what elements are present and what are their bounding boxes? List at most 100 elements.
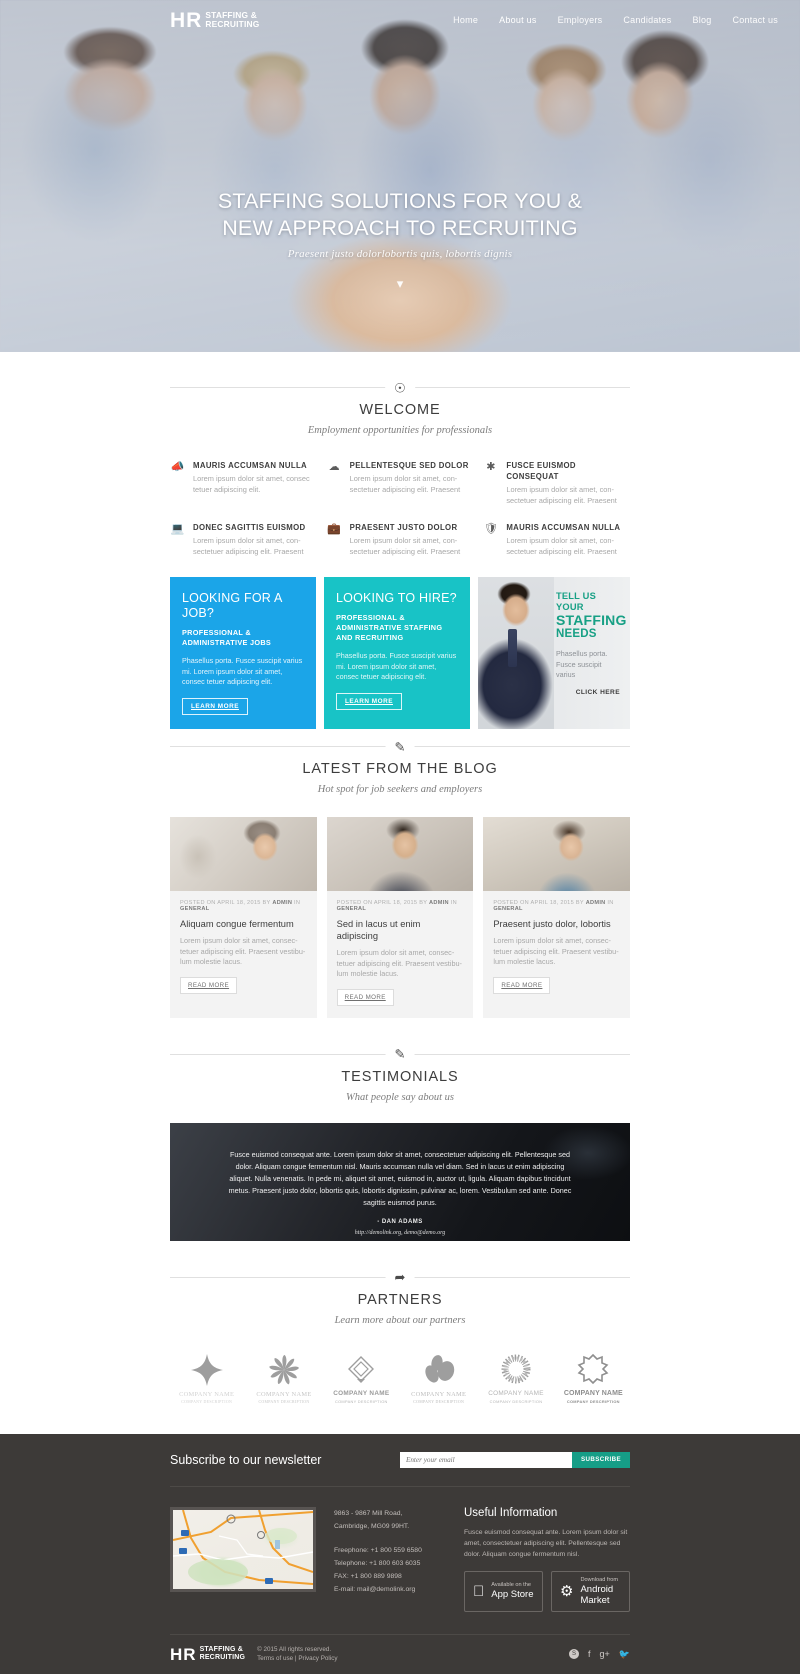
privacy-policy-link[interactable]: Privacy Policy bbox=[298, 1655, 337, 1662]
partner-logo[interactable]: COMPANY NAME COMPANY DESCRIPTION bbox=[557, 1348, 630, 1404]
nav-item-candidates[interactable]: Candidates bbox=[623, 15, 671, 25]
main-navigation: Home About us Employers Candidates Blog … bbox=[453, 15, 778, 25]
newsletter-bar: Subscribe to our newsletter SUBSCRIBE bbox=[170, 1434, 630, 1486]
feature-item[interactable]: 🛡 MAURIS ACCUMSAN NULLA Lorem ipsum dolo… bbox=[483, 522, 630, 557]
testimonial-slide: Fusce euismod consequat ante. Lorem ipsu… bbox=[170, 1122, 630, 1241]
post-excerpt: Lorem ipsum dolor sit amet, consec-tetue… bbox=[336, 948, 462, 978]
feature-item[interactable]: 💼 PRAESENT JUSTO DOLOR Lorem ipsum dolor… bbox=[327, 522, 474, 557]
twitter-icon[interactable]: 🐦 bbox=[619, 1649, 630, 1659]
leaves-mark-icon bbox=[402, 1349, 475, 1391]
google-plus-icon[interactable]: g+ bbox=[600, 1649, 610, 1659]
telephone-number: Telephone: +1 800 603 6035 bbox=[334, 1559, 421, 1567]
blog-post-card[interactable]: POSTED ON APRIL 18, 2015 BY ADMIN IN GEN… bbox=[326, 817, 474, 1018]
promo-boxes: LOOKING FOR A JOB? PROFESSIONAL & ADMINI… bbox=[170, 577, 630, 729]
cloud-icon: ☁ bbox=[328, 461, 340, 473]
testimonials-heading: ✎ TESTIMONIALS What people say about us bbox=[170, 1047, 630, 1103]
welcome-subtitle: Employment opportunities for professiona… bbox=[307, 425, 493, 436]
post-title[interactable]: Praesent justo dolor, lobortis bbox=[493, 918, 620, 930]
email-address[interactable]: E-mail: mail@demolink.org bbox=[334, 1583, 446, 1596]
nav-item-about-us[interactable]: About us bbox=[499, 15, 537, 25]
section-divider: ✎ bbox=[170, 740, 630, 753]
facebook-icon[interactable]: f bbox=[588, 1649, 591, 1659]
feature-item[interactable]: 📣 MAURIS ACCUMSAN NULLA Lorem ipsum dolo… bbox=[170, 460, 317, 506]
logo-abbr: HR bbox=[170, 8, 203, 32]
partner-desc: COMPANY DESCRIPTION bbox=[566, 1398, 620, 1404]
feature-title: FUSCE EUISMOD CONSEQUAT bbox=[506, 461, 576, 481]
ad-text: Phasellus porta. Fusce suscipit varius bbox=[556, 649, 608, 679]
site-logo[interactable]: HR STAFFING & RECRUITING bbox=[170, 10, 259, 31]
skype-icon[interactable]: S bbox=[569, 1649, 579, 1659]
blog-post-card[interactable]: POSTED ON APRIL 18, 2015 BY ADMIN IN GEN… bbox=[170, 817, 317, 1018]
bell-icon: ☉ bbox=[385, 381, 415, 394]
feature-text: Lorem ipsum dolor sit amet, consec tetue… bbox=[193, 474, 310, 494]
promo-learn-more-button[interactable]: LEARN MORE bbox=[182, 697, 248, 715]
promo-staffing-needs-banner[interactable]: TELL US YOUR STAFFING NEEDS Phasellus po… bbox=[478, 577, 630, 729]
newsletter-email-input[interactable] bbox=[399, 1451, 572, 1468]
asterisk-icon: ✱ bbox=[486, 461, 496, 473]
landing-page: HR STAFFING & RECRUITING Home About us E… bbox=[0, 0, 800, 1674]
partner-logo[interactable]: COMPANY NAME COMPANY DESCRIPTION bbox=[402, 1349, 475, 1404]
partners-title: PARTNERS bbox=[357, 1291, 443, 1308]
map-graphic bbox=[173, 1509, 313, 1585]
promo-heading: LOOKING TO HIRE? bbox=[336, 591, 457, 605]
footer-logo-abbr: HR bbox=[170, 1644, 197, 1664]
footer-logo[interactable]: HR STAFFING & RECRUITING bbox=[170, 1646, 245, 1663]
newsletter-subscribe-button[interactable]: SUBSCRIBE bbox=[571, 1451, 630, 1468]
partner-logo-list: COMPANY NAME COMPANY DESCRIPTION COMPANY… bbox=[170, 1348, 630, 1404]
chevron-down-icon[interactable]: ▾ bbox=[0, 277, 800, 290]
ad-click-here-link[interactable]: CLICK HERE bbox=[556, 689, 620, 696]
post-read-more-button[interactable]: READ MORE bbox=[493, 976, 551, 994]
partners-section: ➦ PARTNERS Learn more about our partners… bbox=[170, 1241, 630, 1434]
partner-logo[interactable]: COMPANY NAME COMPANY DESCRIPTION bbox=[325, 1348, 398, 1404]
feature-item[interactable]: ✱ FUSCE EUISMOD CONSEQUAT Lorem ipsum do… bbox=[483, 460, 630, 506]
location-map[interactable] bbox=[170, 1506, 316, 1592]
app-store-line-1: Available on the bbox=[480, 1582, 531, 1588]
hero-title-line2: NEW APPROACH TO RECRUITING bbox=[222, 216, 578, 240]
hero-copy: STAFFING SOLUTIONS FOR YOU & NEW APPROAC… bbox=[0, 188, 800, 290]
feature-item[interactable]: ☁ PELLENTESQUE SED DOLOR Lorem ipsum dol… bbox=[327, 460, 474, 506]
logo-line2: RECRUITING bbox=[205, 19, 260, 29]
partner-logo[interactable]: COMPANY NAME COMPANY DESCRIPTION bbox=[170, 1349, 243, 1404]
welcome-section: ☉ WELCOME Employment opportunities for p… bbox=[170, 352, 630, 729]
partner-desc: COMPANY DESCRIPTION bbox=[489, 1398, 543, 1404]
post-title[interactable]: Aliquam congue fermentum bbox=[180, 918, 307, 930]
paper-plane-icon: ➦ bbox=[385, 1270, 415, 1284]
footer-logo-line1: STAFFING & bbox=[199, 1646, 244, 1653]
promo-learn-more-button[interactable]: LEARN MORE bbox=[336, 692, 402, 710]
social-links: S f g+ 🐦 bbox=[569, 1649, 630, 1659]
feature-text: Lorem ipsum dolor sit amet, con-sectetue… bbox=[506, 536, 617, 556]
partner-logo[interactable]: COMPANY NAME COMPANY DESCRIPTION bbox=[479, 1348, 552, 1404]
android-market-button[interactable]: ⚙ Download from Android Market bbox=[551, 1570, 630, 1612]
testimonial-author: - DAN ADAMS bbox=[377, 1218, 423, 1225]
partner-desc: COMPANY DESCRIPTION bbox=[334, 1398, 388, 1404]
nav-item-employers[interactable]: Employers bbox=[558, 15, 603, 25]
nav-item-home[interactable]: Home bbox=[453, 15, 478, 25]
nav-item-blog[interactable]: Blog bbox=[692, 15, 711, 25]
post-title[interactable]: Sed in lacus ut enim adipiscing bbox=[337, 918, 464, 942]
post-read-more-button[interactable]: READ MORE bbox=[180, 976, 238, 994]
blog-post-card[interactable]: POSTED ON APRIL 18, 2015 BY ADMIN IN GEN… bbox=[483, 817, 630, 1018]
partner-logo[interactable]: COMPANY NAME COMPANY DESCRIPTION bbox=[247, 1349, 320, 1404]
app-store-button[interactable]:  Available on the App Store bbox=[464, 1570, 543, 1612]
gear-star-mark-icon bbox=[557, 1348, 630, 1390]
post-read-more-button[interactable]: READ MORE bbox=[336, 988, 394, 1006]
nav-item-contact-us[interactable]: Contact us bbox=[732, 15, 778, 25]
pinwheel-mark-icon bbox=[247, 1349, 320, 1391]
terms-of-use-link[interactable]: Terms of use bbox=[257, 1655, 293, 1662]
newsletter-title: Subscribe to our newsletter bbox=[170, 1452, 322, 1467]
megaphone-icon: 📣 bbox=[170, 461, 185, 473]
partner-desc: COMPANY DESCRIPTION bbox=[413, 1399, 465, 1404]
testimonial-link[interactable]: http://demolink.org, demo@demo.org bbox=[228, 1230, 572, 1236]
useful-information-text: Fusce euismod consequat ante. Lorem ipsu… bbox=[464, 1528, 628, 1558]
pencil-icon: ✎ bbox=[385, 1047, 415, 1061]
copyright-block: © 2015 All rights reserved. Terms of use… bbox=[257, 1645, 337, 1664]
feature-text: Lorem ipsum dolor sit amet, con-sectetue… bbox=[193, 536, 304, 556]
promo-looking-for-a-job[interactable]: LOOKING FOR A JOB? PROFESSIONAL & ADMINI… bbox=[170, 577, 316, 729]
app-store-line-2: App Store bbox=[480, 1589, 533, 1600]
blog-heading: ✎ LATEST FROM THE BLOG Hot spot for job … bbox=[170, 740, 630, 795]
feature-item[interactable]: 💻 DONEC SAGITTIS EUISMOD Lorem ipsum dol… bbox=[170, 522, 317, 557]
fax-number: FAX: +1 800 889 9898 bbox=[334, 1572, 402, 1580]
feature-title: DONEC SAGITTIS EUISMOD bbox=[193, 523, 306, 532]
promo-looking-to-hire[interactable]: LOOKING TO HIRE? PROFESSIONAL & ADMINIST… bbox=[324, 577, 470, 729]
post-thumbnail bbox=[170, 817, 317, 891]
